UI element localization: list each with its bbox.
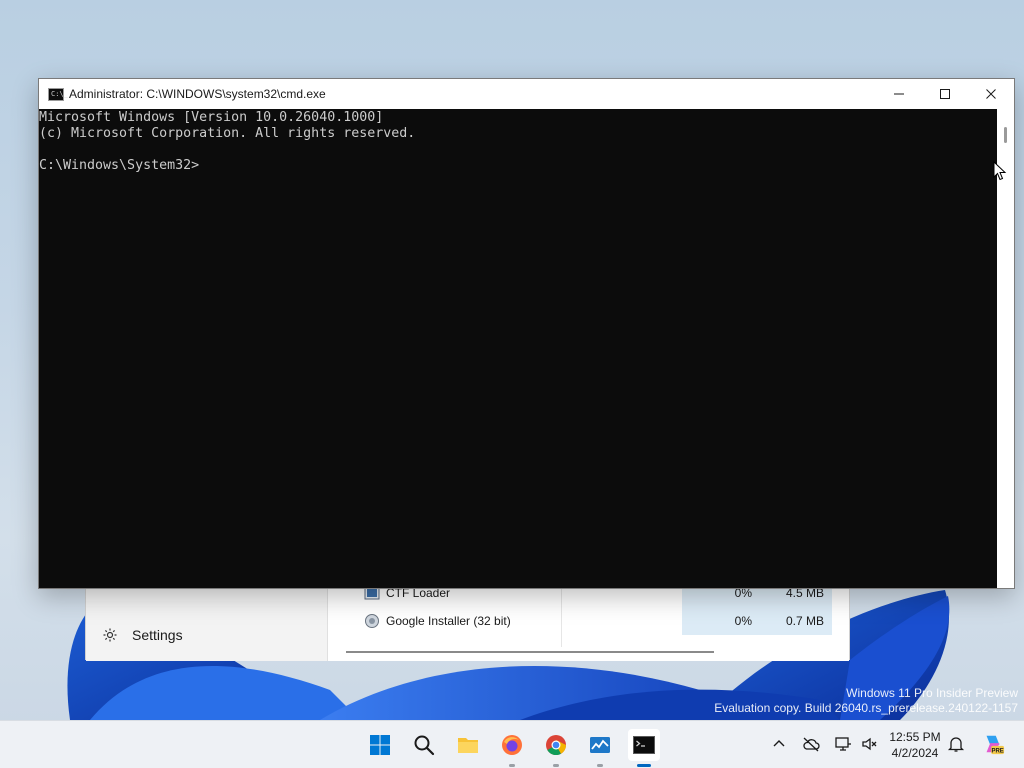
console-prompt[interactable]: C:\Windows\System32> xyxy=(39,158,997,174)
evaluation-watermark: Windows 11 Pro Insider Preview Evaluatio… xyxy=(714,686,1018,716)
running-indicator xyxy=(597,764,603,767)
notification-bell-icon xyxy=(947,737,965,752)
running-indicator xyxy=(553,764,559,767)
nav-item-settings-label: Settings xyxy=(132,627,183,643)
table-row[interactable]: Google Installer (32 bit) 0% 0.7 MB xyxy=(328,607,849,635)
maximize-button[interactable] xyxy=(922,79,968,109)
minimize-icon xyxy=(894,93,904,95)
copilot-badge: PRE xyxy=(991,748,1003,754)
cloud-offline-icon xyxy=(803,737,820,752)
running-indicator xyxy=(637,764,651,767)
minimize-button[interactable] xyxy=(876,79,922,109)
volume-muted-icon xyxy=(862,737,877,751)
taskbar-app-firefox[interactable] xyxy=(496,729,528,767)
network-tray-button[interactable] xyxy=(832,733,854,755)
watermark-line: Evaluation copy. Build 26040.rs_prerelea… xyxy=(714,701,1018,715)
watermark-line: Windows 11 Pro Insider Preview xyxy=(846,686,1018,700)
notifications-button[interactable] xyxy=(945,733,967,755)
process-name: Google Installer (32 bit) xyxy=(386,614,511,628)
copilot-pre-icon: PRE xyxy=(986,735,1005,754)
mouse-cursor-icon xyxy=(993,161,1007,181)
clock[interactable]: 12:55 PM 4/2/2024 xyxy=(884,729,946,761)
gear-icon xyxy=(103,628,117,642)
command-prompt-icon xyxy=(633,736,655,754)
chrome-icon xyxy=(546,735,567,756)
console-line: Microsoft Windows [Version 10.0.26040.10… xyxy=(39,110,384,125)
close-icon xyxy=(986,89,996,99)
search-button[interactable] xyxy=(408,729,440,761)
maximize-icon xyxy=(940,89,950,99)
google-installer-icon xyxy=(365,614,379,628)
process-memory: 0.7 MB xyxy=(766,607,832,635)
window-title: Administrator: C:\WINDOWS\system32\cmd.e… xyxy=(69,87,326,101)
process-cpu: 0% xyxy=(682,607,766,635)
taskbar-app-command-prompt[interactable] xyxy=(628,729,660,767)
command-prompt-icon: C:\_ xyxy=(48,88,68,101)
show-hidden-icons-button[interactable] xyxy=(768,733,790,755)
start-button[interactable] xyxy=(364,729,396,761)
start-icon xyxy=(370,735,390,755)
search-icon xyxy=(414,735,435,756)
running-indicator xyxy=(509,764,515,767)
clock-time: 12:55 PM xyxy=(889,730,941,744)
scrollbar-thumb[interactable] xyxy=(1004,127,1007,143)
task-manager-icon xyxy=(590,737,610,753)
file-explorer-icon xyxy=(458,738,478,753)
close-button[interactable] xyxy=(968,79,1014,109)
onedrive-tray-button[interactable] xyxy=(800,733,822,755)
nav-item-settings[interactable]: Settings xyxy=(102,627,183,643)
taskbar-app-task-manager[interactable] xyxy=(584,729,616,767)
copilot-button[interactable]: PRE xyxy=(980,731,1006,757)
taskbar: 12:55 PM 4/2/2024 PRE xyxy=(0,720,1024,768)
clock-date: 4/2/2024 xyxy=(891,746,939,760)
network-icon xyxy=(835,737,851,751)
console-output[interactable]: Microsoft Windows [Version 10.0.26040.10… xyxy=(39,109,997,588)
volume-tray-button[interactable] xyxy=(858,733,880,755)
chevron-up-icon xyxy=(773,740,785,747)
command-prompt-window[interactable]: C:\_ Administrator: C:\WINDOWS\system32\… xyxy=(38,78,1015,589)
firefox-icon xyxy=(502,735,522,755)
taskbar-app-chrome[interactable] xyxy=(540,729,572,767)
window-titlebar[interactable]: C:\_ Administrator: C:\WINDOWS\system32\… xyxy=(39,79,1014,109)
console-line: (c) Microsoft Corporation. All rights re… xyxy=(39,126,416,141)
horizontal-scrollbar[interactable] xyxy=(346,651,714,653)
taskbar-app-file-explorer[interactable] xyxy=(452,729,484,761)
